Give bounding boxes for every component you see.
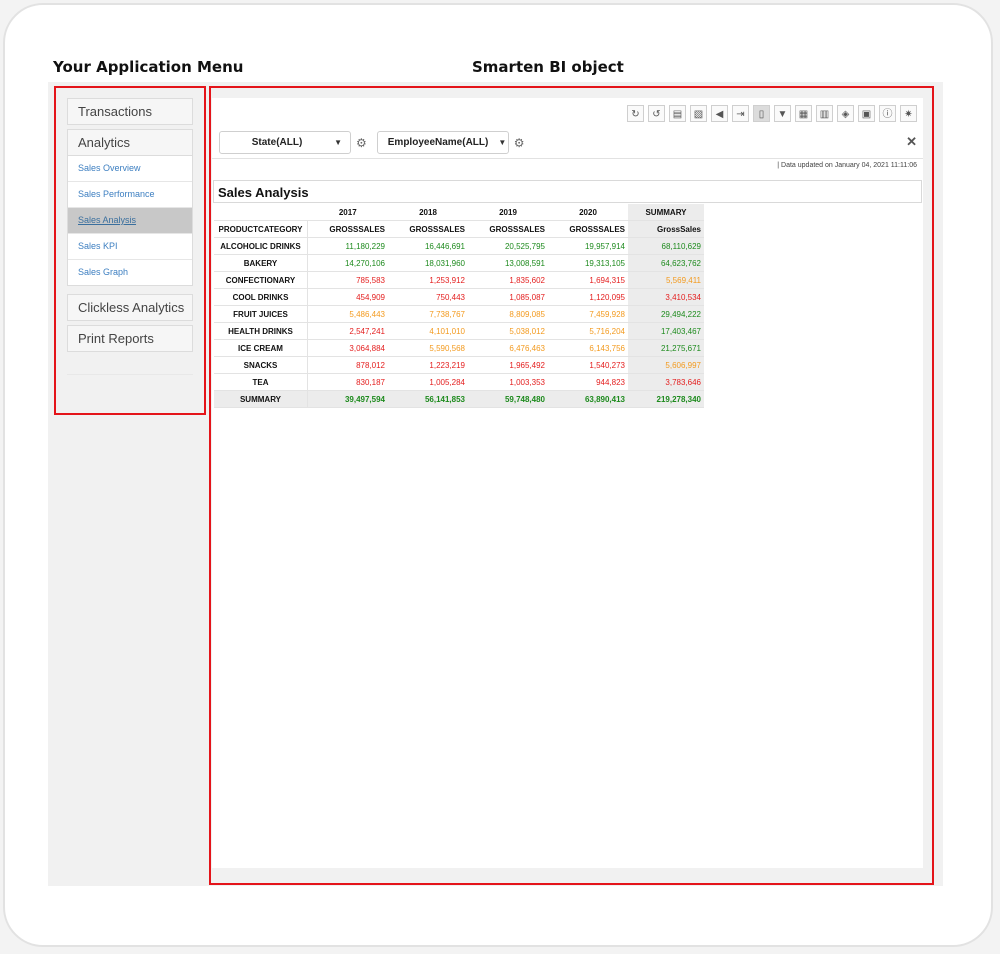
menu-caption: Your Application Menu	[53, 58, 244, 76]
bi-caption: Smarten BI object	[472, 58, 624, 76]
menu-highlight-box	[54, 86, 206, 415]
bi-highlight-box	[209, 86, 934, 885]
